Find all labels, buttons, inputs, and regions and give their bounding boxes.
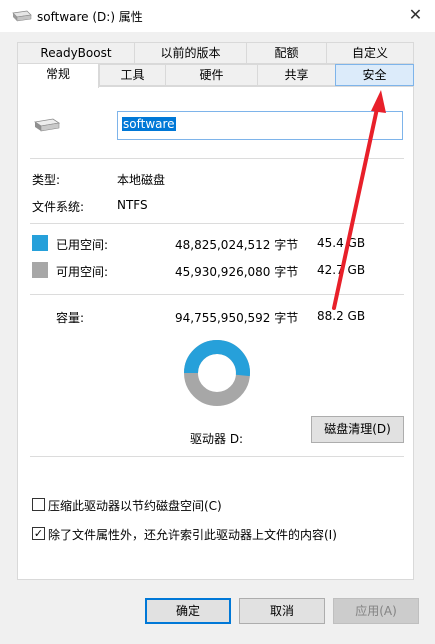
divider <box>30 456 404 457</box>
compress-label[interactable]: 压缩此驱动器以节约磁盘空间(C) <box>48 497 222 514</box>
index-checkbox[interactable]: ✓ <box>32 527 45 540</box>
used-space-bytes: 48,825,024,512 字节 <box>175 238 299 252</box>
tab-general[interactable]: 常规 <box>17 63 99 88</box>
capacity-size: 88.2 GB <box>317 309 366 323</box>
apply-button: 应用(A) <box>333 598 419 624</box>
close-button[interactable]: ✕ <box>396 0 435 32</box>
drive-letter-label: 驱动器 D: <box>190 432 244 446</box>
window-title: software (D:) 属性 <box>37 10 143 24</box>
used-space-swatch <box>32 235 48 251</box>
divider <box>30 158 404 159</box>
type-value: 本地磁盘 <box>117 173 166 187</box>
divider <box>30 294 404 295</box>
disk-usage-donut <box>181 337 253 412</box>
drive-icon <box>10 8 32 24</box>
close-icon: ✕ <box>408 5 423 24</box>
free-space-bytes: 45,930,926,080 字节 <box>175 265 299 279</box>
tab-tools[interactable]: 工具 <box>99 64 166 86</box>
tab-hardware[interactable]: 硬件 <box>165 64 258 86</box>
tab-security[interactable]: 安全 <box>335 64 414 86</box>
tab-sharing[interactable]: 共享 <box>257 64 336 86</box>
tab-readyboost[interactable]: ReadyBoost <box>17 42 135 64</box>
type-label: 类型: <box>32 173 61 187</box>
filesystem-value: NTFS <box>117 198 148 212</box>
ok-button[interactable]: 确定 <box>145 598 231 624</box>
tab-previous-versions[interactable]: 以前的版本 <box>134 42 247 64</box>
volume-name-input[interactable]: software <box>117 111 403 140</box>
tab-customize[interactable]: 自定义 <box>326 42 414 64</box>
used-space-size: 45.4 GB <box>317 236 366 250</box>
free-space-label: 可用空间: <box>56 265 109 279</box>
cancel-button[interactable]: 取消 <box>239 598 325 624</box>
used-space-label: 已用空间: <box>56 238 109 252</box>
drive-icon <box>33 116 61 137</box>
free-space-swatch <box>32 262 48 278</box>
compress-checkbox[interactable] <box>32 498 45 511</box>
filesystem-label: 文件系统: <box>32 200 85 214</box>
capacity-bytes: 94,755,950,592 字节 <box>175 311 299 325</box>
capacity-label: 容量: <box>56 311 85 325</box>
disk-cleanup-button[interactable]: 磁盘清理(D) <box>311 416 404 443</box>
divider <box>30 223 404 224</box>
volume-name-text: software <box>122 117 176 131</box>
free-space-size: 42.7 GB <box>317 263 366 277</box>
index-label[interactable]: 除了文件属性外，还允许索引此驱动器上文件的内容(I) <box>48 526 337 543</box>
tab-quota[interactable]: 配额 <box>246 42 327 64</box>
used-space-ring <box>184 340 250 377</box>
